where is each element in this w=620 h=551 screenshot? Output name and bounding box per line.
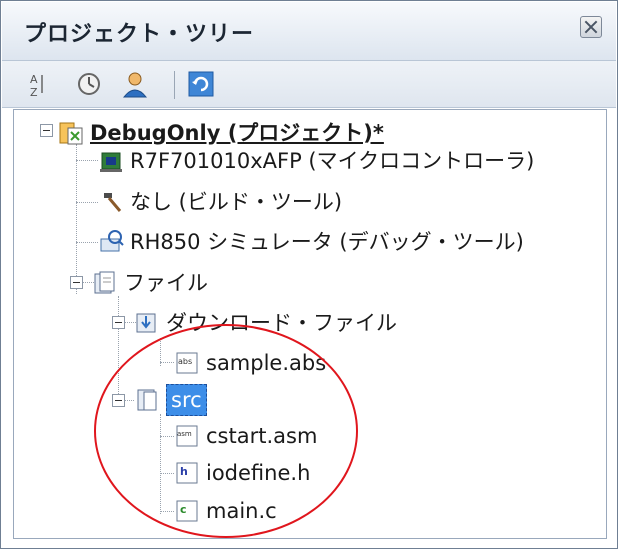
svg-text:Z: Z <box>30 86 38 99</box>
panel-title: プロジェクト・ツリー <box>24 22 255 47</box>
collapse-download-files-toggle[interactable] <box>112 316 125 329</box>
hammer-icon <box>98 189 124 215</box>
refresh-icon[interactable] <box>186 69 216 99</box>
files-folder-icon <box>92 270 118 296</box>
highlight-ellipse <box>94 324 358 538</box>
tree-item-microcontroller[interactable]: R7F701010xAFP (マイクロコントローラ) <box>98 144 534 178</box>
close-icon[interactable] <box>580 16 602 38</box>
toolbar: AZ <box>2 61 616 108</box>
tree-item-build-tool[interactable]: なし (ビルド・ツール) <box>98 185 342 219</box>
collapse-project-toggle[interactable] <box>40 124 53 137</box>
project-icon <box>58 120 84 146</box>
download-folder-icon <box>134 310 160 336</box>
tree-item-files[interactable]: ファイル <box>92 266 208 300</box>
project-tree-panel: プロジェクト・ツリー AZ DebugOnly (プロジェクト)* R7F701… <box>0 0 618 549</box>
microcontroller-icon <box>98 148 124 174</box>
debug-tool-icon <box>98 229 124 255</box>
files-label: ファイル <box>124 271 208 295</box>
user-icon[interactable] <box>120 69 150 99</box>
debug-tool-label: RH850 シミュレータ (デバッグ・ツール) <box>130 230 524 254</box>
panel-titlebar: プロジェクト・ツリー <box>2 2 616 61</box>
tree-item-debug-tool[interactable]: RH850 シミュレータ (デバッグ・ツール) <box>98 225 524 259</box>
build-tool-label: なし (ビルド・ツール) <box>130 190 343 214</box>
sort-icon[interactable]: AZ <box>22 69 52 99</box>
collapse-files-toggle[interactable] <box>70 276 83 289</box>
microcontroller-label: R7F701010xAFP (マイクロコントローラ) <box>130 149 535 173</box>
toolbar-separator <box>174 71 175 99</box>
properties-icon[interactable] <box>74 69 104 99</box>
svg-text:A: A <box>30 73 38 86</box>
